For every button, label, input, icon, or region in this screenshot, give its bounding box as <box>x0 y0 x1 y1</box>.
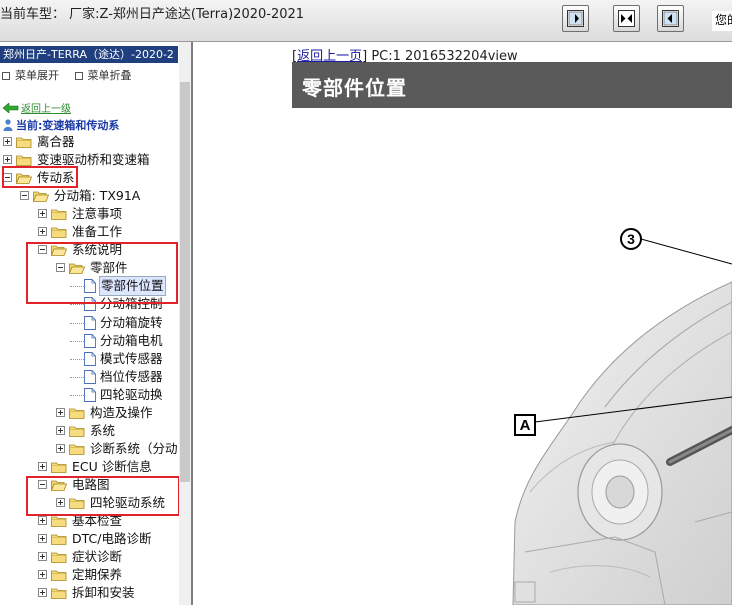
tree-item-label: 变速驱动桥和变速箱 <box>37 152 150 167</box>
tree-item-label: 离合器 <box>37 134 75 149</box>
tree-item-label: 分动箱旋转 <box>100 315 163 330</box>
tree-item-label: 拆卸和安装 <box>72 585 135 600</box>
tree-item-label: 症状诊断 <box>72 549 123 564</box>
expand-icon[interactable] <box>3 137 12 146</box>
callout-3: 3 <box>620 228 732 265</box>
expand-icon[interactable] <box>56 408 65 417</box>
expand-icon[interactable] <box>56 498 65 507</box>
expand-icon[interactable] <box>38 227 47 236</box>
expand-icon[interactable] <box>38 552 47 561</box>
expand-icon[interactable] <box>38 534 47 543</box>
collapse-icon[interactable] <box>38 245 47 254</box>
user-greeting: 您的 <box>712 11 732 31</box>
back-link[interactable]: 返回上一级 <box>21 104 71 115</box>
split-view-icon <box>618 10 635 27</box>
split-view-button[interactable] <box>613 5 640 32</box>
collapse-icon[interactable] <box>20 191 29 200</box>
menu-collapse-button[interactable]: 菜单折叠 <box>74 67 132 83</box>
menu-expand-label: 菜单展开 <box>15 69 59 82</box>
collapse-left-pane-button[interactable] <box>562 5 589 32</box>
back-arrow-icon <box>3 103 19 113</box>
tree-item-label: 诊断系统（分动 <box>90 441 178 456</box>
sidebar-scrollbar[interactable] <box>179 42 191 605</box>
tree-item-label: 准备工作 <box>72 224 123 239</box>
current-location-label: 当前:变速箱和传动系 <box>16 119 120 132</box>
sidebar-header: 郑州日产-TERRA（途达）-2020-2 <box>0 46 178 63</box>
tree-item-label: 构造及操作 <box>90 405 153 420</box>
top-toolbar: 当前车型： 厂家:Z-郑州日产途达(Terra)2020-2021 您的 <box>0 0 732 42</box>
menu-collapse-label: 菜单折叠 <box>87 69 132 82</box>
expand-right-icon <box>662 10 679 27</box>
tree-item-label: 零部件位置 <box>99 276 166 296</box>
user-icon <box>3 119 13 131</box>
menu-controls: 菜单展开 菜单折叠 <box>2 67 132 83</box>
tree-item-label: 四轮驱动系统 <box>90 495 166 510</box>
app-window: 当前车型： 厂家:Z-郑州日产途达(Terra)2020-2021 您的 <box>0 0 732 605</box>
menu-expand-button[interactable]: 菜单展开 <box>2 67 59 83</box>
sidebar-scroll-thumb[interactable] <box>180 82 190 482</box>
expand-icon[interactable] <box>38 588 47 597</box>
expand-icon[interactable] <box>38 516 47 525</box>
collapse-icon[interactable] <box>56 263 65 272</box>
vehicle-illustration <box>512 281 732 605</box>
callout-3-label: 3 <box>627 231 635 247</box>
callout-a-label: A <box>520 417 531 434</box>
collapse-all-icon <box>74 72 83 80</box>
collapse-icon[interactable] <box>38 480 47 489</box>
tree-item-label: 基本检查 <box>72 513 123 528</box>
expand-right-pane-button[interactable] <box>657 5 684 32</box>
expand-icon[interactable] <box>56 426 65 435</box>
tree-item-label: 模式传感器 <box>100 351 163 366</box>
expand-icon[interactable] <box>38 462 47 471</box>
tree-item-label: 定期保养 <box>72 567 123 582</box>
current-location: 当前:变速箱和传动系 <box>3 117 119 133</box>
page-title: 零部件位置 <box>302 76 407 100</box>
tree-item-label: 传动系 <box>37 170 75 185</box>
tree-item-label: 电路图 <box>72 477 110 492</box>
tree-item-label: 分动箱: TX91A <box>54 188 141 203</box>
tree-item-label: 系统说明 <box>72 242 123 257</box>
back-link-row[interactable]: 返回上一级 <box>3 100 71 115</box>
page-title-bar: 零部件位置 <box>292 62 732 108</box>
component-location-diagram: 3 A <box>512 228 732 605</box>
expand-icon[interactable] <box>38 209 47 218</box>
tree-item-label: 注意事项 <box>72 206 123 221</box>
tree-item-label: 分动箱控制 <box>100 296 163 311</box>
expand-icon[interactable] <box>38 570 47 579</box>
current-vehicle-text: 当前车型： 厂家:Z-郑州日产途达(Terra)2020-2021 <box>0 7 305 22</box>
navigation-sidebar: 郑州日产-TERRA（途达）-2020-2 菜单展开 菜单折叠 返回上一级 当前… <box>0 42 193 605</box>
collapse-icon[interactable] <box>3 173 12 182</box>
collapse-left-icon <box>567 10 584 27</box>
content-pane: [返回上一页] PC:1 2016532204view 零部件位置 3 A <box>195 42 732 605</box>
tree-item-label: 零部件 <box>90 260 128 275</box>
expand-icon[interactable] <box>56 444 65 453</box>
tree-item-label: 四轮驱动换 <box>100 387 163 402</box>
expand-all-icon <box>2 72 10 80</box>
tree-item-label: 分动箱电机 <box>100 333 163 348</box>
tree-item-label: ECU 诊断信息 <box>72 459 152 474</box>
tree-item-label: 档位传感器 <box>100 369 163 384</box>
expand-icon[interactable] <box>3 155 12 164</box>
tree-item-label: DTC/电路诊断 <box>72 531 152 546</box>
tree-item-label: 系统 <box>90 423 116 438</box>
